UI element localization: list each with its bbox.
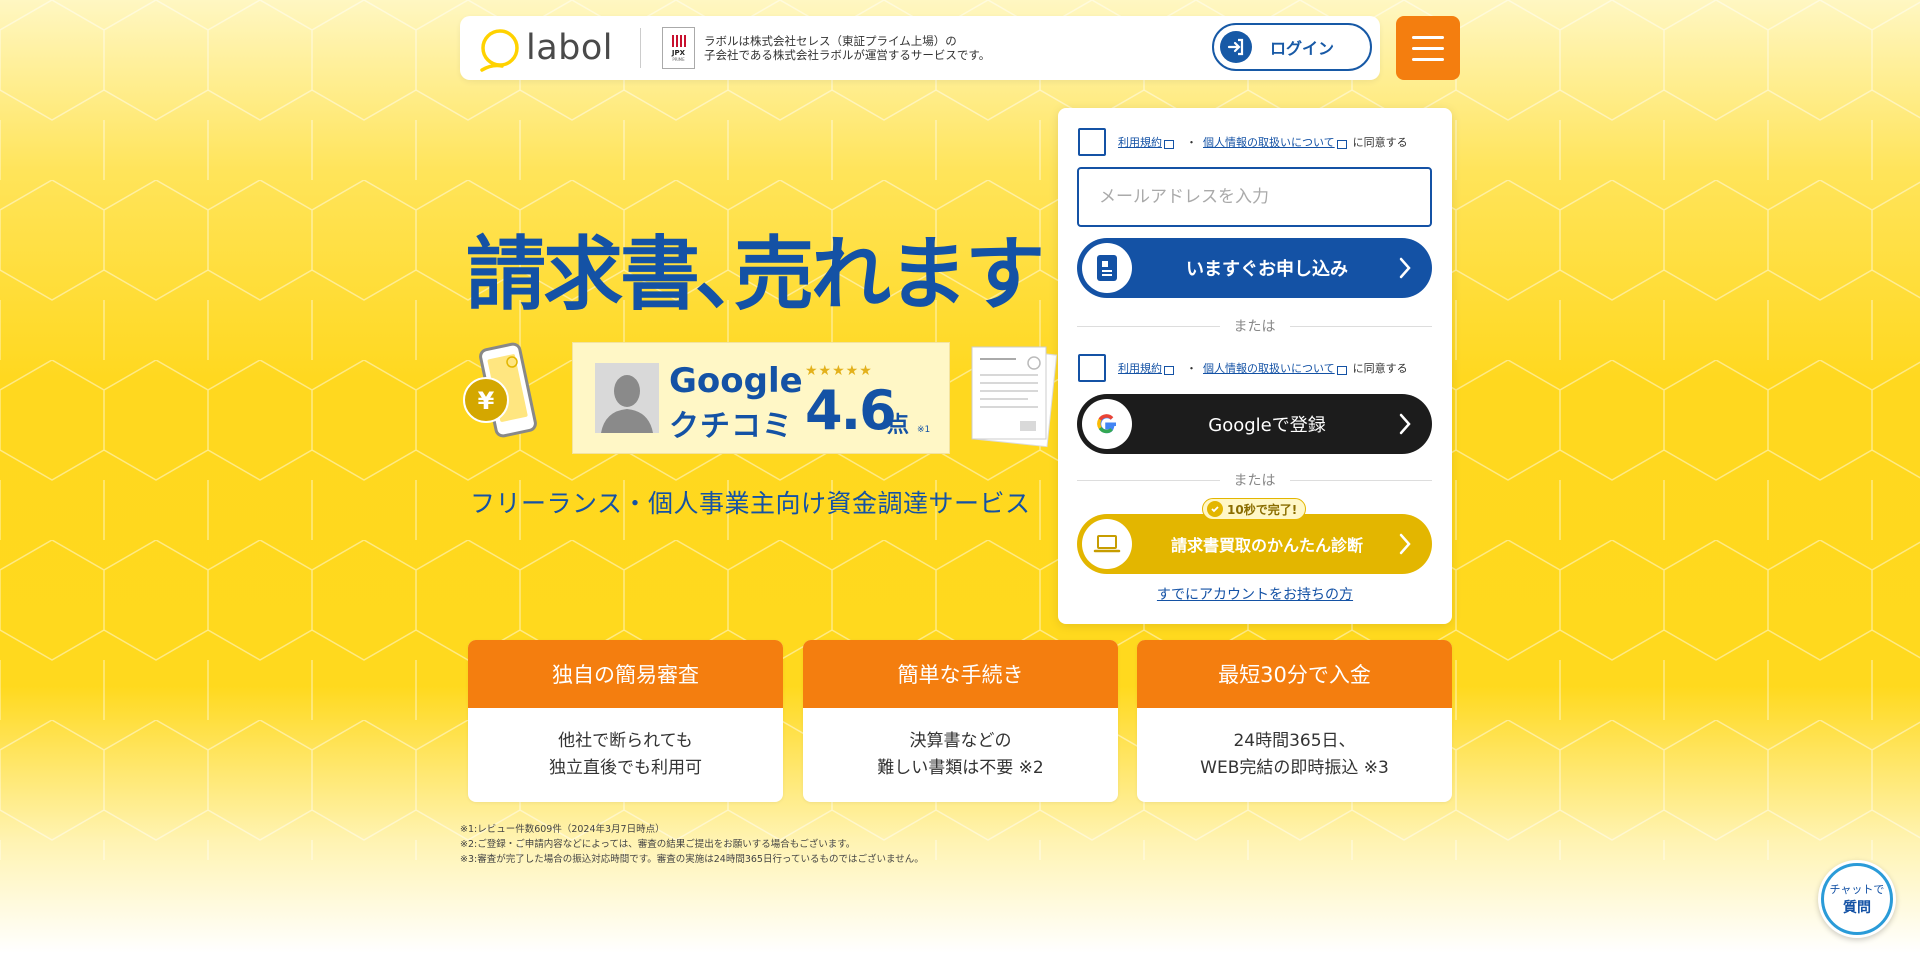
ten-seconds-badge: 10秒で完了! — [1202, 498, 1307, 520]
site-header: labol JPX PRIME ラボルは株式会社セレス（東証プライム上場）の 子… — [460, 16, 1380, 80]
chat-question-button[interactable]: チャットで 質問 — [1818, 860, 1896, 938]
footnotes: ※1:レビュー件数609件（2024年3月7日時点） ※2:ご登録・ご申請内容な… — [460, 822, 924, 867]
login-arrow-icon — [1220, 31, 1252, 63]
ten-seconds-label: 10秒で完了! — [1227, 502, 1298, 517]
laptop-icon — [1082, 519, 1132, 569]
terms-agree-checkbox-google[interactable] — [1078, 354, 1106, 382]
terms-agree-row-google: 利用規約 ・ 個人情報の取扱いについて に同意する — [1078, 354, 1408, 382]
privacy-link[interactable]: 個人情報の取扱いについて — [1203, 134, 1335, 150]
google-signup-button[interactable]: Googleで登録 — [1077, 394, 1432, 454]
footnote-1: ※1:レビュー件数609件（2024年3月7日時点） — [460, 824, 665, 835]
company-note: ラボルは株式会社セレス（東証プライム上場）の 子会社である株式会社ラボルが運営す… — [704, 34, 990, 62]
or-label: または — [1233, 473, 1276, 489]
hexagon-pattern-background — [0, 0, 1920, 860]
feature-card-body: 他社で断られても 独立直後でも利用可 — [468, 708, 783, 802]
feature-card-payment: 最短30分で入金 24時間365日、 WEB完結の即時振込 ※3 — [1137, 640, 1452, 802]
review-score-unit: 点 — [887, 413, 910, 438]
diagnosis-label: 請求書買取のかんたん診断 — [1170, 536, 1363, 555]
separator-dot: ・ — [1186, 362, 1197, 375]
review-kuchikomi-label: クチコミ — [669, 409, 793, 444]
signup-form-panel: 利用規約 ・ 個人情報の取扱いについて に同意する いますぐお申し込み または … — [1058, 108, 1452, 624]
feature-card-line2: 難しい書類は不要 ※2 — [877, 758, 1044, 778]
existing-account-link[interactable]: すでにアカウントをお持ちの方 — [1058, 584, 1452, 604]
diagnosis-button[interactable]: 請求書買取のかんたん診断 — [1077, 514, 1432, 574]
jpx-prime-badge: JPX PRIME — [662, 27, 695, 69]
chat-bubble-icon: チャットで 質問 — [1824, 866, 1890, 932]
feature-card-line2: 独立直後でも利用可 — [549, 758, 702, 778]
terms-link[interactable]: 利用規約 — [1118, 360, 1162, 376]
menu-line — [1412, 46, 1444, 50]
google-review-box: Google クチコミ ★★★★★ 4.6 点 ※1 — [572, 342, 950, 454]
menu-line — [1412, 35, 1444, 39]
svg-text:¥: ¥ — [478, 387, 495, 415]
apply-now-button[interactable]: いますぐお申し込み — [1077, 238, 1432, 298]
external-link-icon — [1164, 365, 1174, 375]
jpx-label: JPX — [671, 48, 686, 57]
feature-card-screening: 独自の簡易審査 他社で断られても 独立直後でも利用可 — [468, 640, 783, 802]
company-note-line2: 子会社である株式会社ラボルが運営するサービスです。 — [704, 48, 991, 62]
document-phone-icon — [1082, 243, 1132, 293]
external-link-icon — [1336, 139, 1347, 149]
menu-line — [1412, 57, 1444, 61]
feature-card-line1: 決算書などの — [909, 731, 1012, 751]
rating-stars-icon: ★★★★★ — [805, 363, 873, 379]
external-link-icon — [1164, 139, 1174, 149]
header-divider — [640, 28, 641, 68]
review-google-label: Google — [669, 361, 803, 401]
feature-card-line1: 他社で断られても — [558, 731, 693, 751]
login-button[interactable]: ログイン — [1212, 23, 1372, 71]
review-footnote-mark: ※1 — [917, 425, 931, 435]
apply-now-label: いますぐお申し込み — [1186, 259, 1348, 280]
email-input[interactable] — [1077, 167, 1432, 227]
check-icon — [1207, 501, 1223, 517]
agree-suffix: に同意する — [1352, 362, 1408, 375]
google-signup-label: Googleで登録 — [1208, 415, 1326, 436]
feature-card-title: 独自の簡易審査 — [468, 640, 783, 708]
chevron-right-icon — [1399, 413, 1411, 435]
logo-text: labol — [526, 28, 614, 68]
google-g-icon — [1082, 399, 1132, 449]
separator-dot: ・ — [1186, 136, 1197, 149]
feature-card-body: 決算書などの 難しい書類は不要 ※2 — [803, 708, 1118, 802]
feature-card-title: 最短30分で入金 — [1137, 640, 1452, 708]
external-link-icon — [1336, 365, 1347, 375]
hero-headline: 請求書､売れます — [466, 228, 1045, 321]
logo-ring-icon — [478, 28, 519, 72]
or-divider: または — [1077, 316, 1432, 336]
feature-card-title: 簡単な手続き — [803, 640, 1118, 708]
footnote-3: ※3:審査が完了した場合の振込対応時間です。審査の実施は24時間365日行ってい… — [460, 854, 924, 865]
or-divider: または — [1077, 470, 1432, 490]
chevron-right-icon — [1399, 533, 1411, 555]
hero-subheading: フリーランス・個人事業主向け資金調達サービス — [470, 489, 1031, 518]
or-label: または — [1233, 319, 1276, 335]
chevron-right-icon — [1399, 257, 1411, 279]
footnote-2: ※2:ご登録・ご申請内容などによっては、審査の結果ご提出をお願いする場合もござい… — [460, 839, 856, 850]
terms-agree-row-email: 利用規約 ・ 個人情報の取扱いについて に同意する — [1078, 128, 1408, 156]
terms-link[interactable]: 利用規約 — [1118, 134, 1162, 150]
feature-card-procedure: 簡単な手続き 決算書などの 難しい書類は不要 ※2 — [803, 640, 1118, 802]
feature-card-line2: WEB完結の即時振込 ※3 — [1200, 758, 1389, 778]
login-label: ログイン — [1270, 39, 1335, 58]
agree-suffix: に同意する — [1352, 136, 1408, 149]
labol-logo[interactable]: labol — [478, 26, 614, 72]
feature-card-line1: 24時間365日、 — [1233, 731, 1356, 751]
smartphone-yen-illustration: ¥ — [463, 342, 537, 438]
chat-label-line1: チャットで — [1829, 883, 1885, 896]
jpx-sub-label: PRIME — [672, 56, 685, 62]
hamburger-menu-button[interactable] — [1396, 16, 1460, 80]
privacy-link[interactable]: 個人情報の取扱いについて — [1203, 360, 1335, 376]
company-note-line1: ラボルは株式会社セレス（東証プライム上場）の — [704, 34, 957, 48]
terms-agree-checkbox-email[interactable] — [1078, 128, 1106, 156]
feature-card-body: 24時間365日、 WEB完結の即時振込 ※3 — [1137, 708, 1452, 802]
chat-label-line2: 質問 — [1843, 900, 1871, 916]
jpx-logo-icon — [671, 34, 686, 47]
review-score: 4.6 — [805, 379, 897, 442]
reviewer-avatar-icon — [595, 363, 659, 433]
invoice-document-illustration — [971, 346, 1058, 448]
